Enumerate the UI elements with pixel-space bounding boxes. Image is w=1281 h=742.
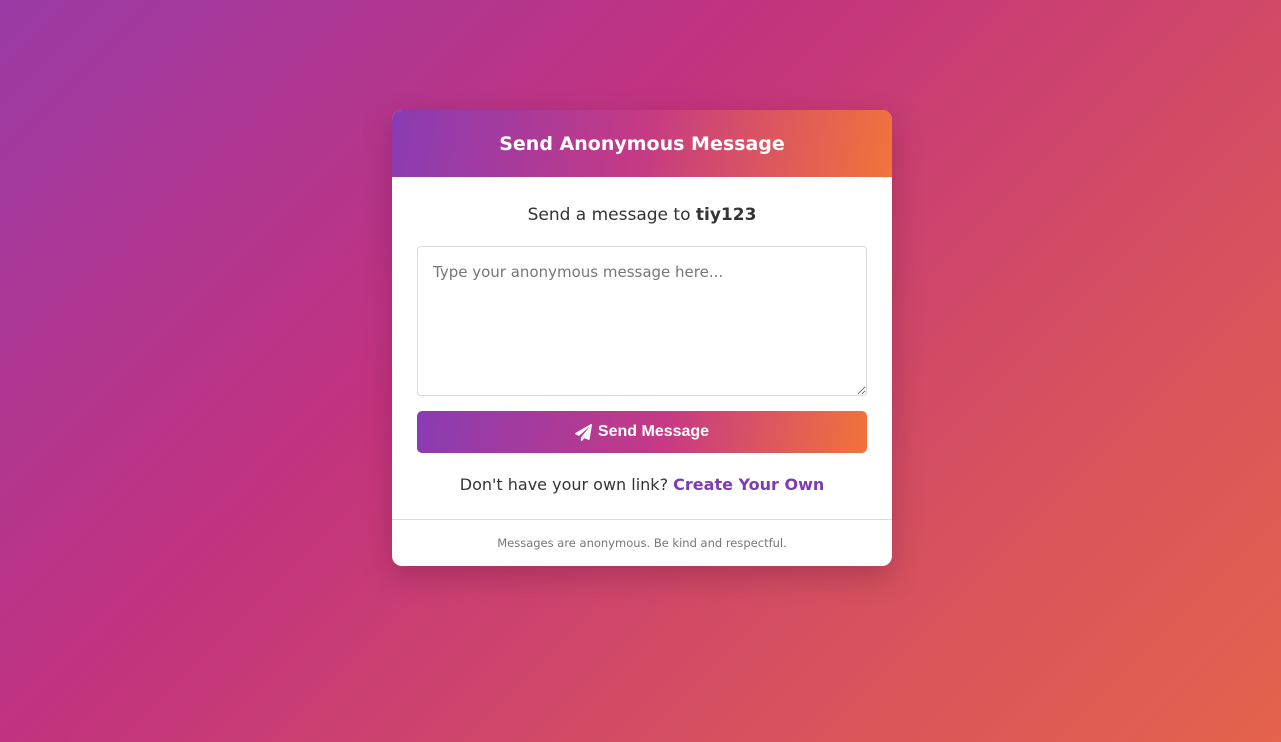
recipient-username: tiy123 [695, 205, 757, 225]
card-footer: Messages are anonymous. Be kind and resp… [392, 519, 892, 566]
send-button-label: Send Message [597, 423, 710, 440]
recipient-line: Send a message to tiy123 [417, 204, 867, 226]
card-body: Send a message to tiy123 Send Message Do… [392, 204, 892, 495]
send-message-button[interactable]: Send Message [417, 411, 867, 453]
message-input[interactable] [417, 246, 867, 396]
message-card: Send Anonymous Message Send a message to… [392, 110, 892, 566]
footer-note: Messages are anonymous. Be kind and resp… [497, 536, 787, 550]
create-own-prompt: Don't have your own link? [459, 475, 669, 494]
paper-plane-icon [574, 423, 592, 441]
create-your-own-link[interactable]: Create Your Own [673, 475, 824, 494]
recipient-prefix: Send a message to [527, 205, 691, 225]
create-own-line: Don't have your own link? Create Your Ow… [417, 475, 867, 495]
card-header: Send Anonymous Message [392, 110, 892, 177]
page-title: Send Anonymous Message [499, 132, 785, 155]
